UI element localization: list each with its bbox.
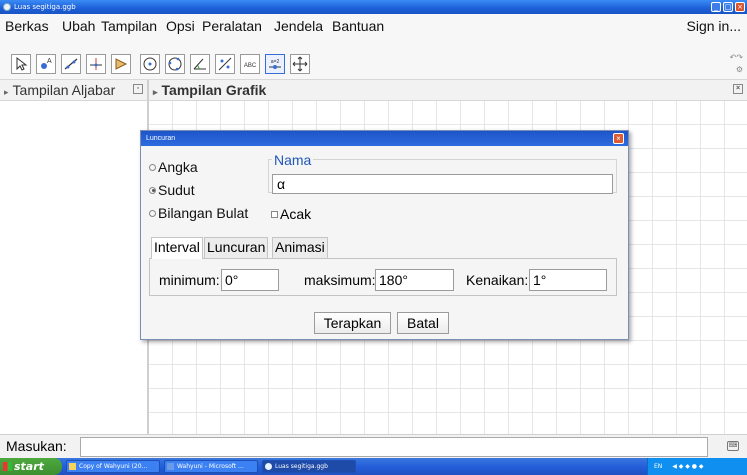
menu-tampilan[interactable]: Tampilan xyxy=(101,14,157,38)
input-bar: Masukan: ⌨ xyxy=(0,434,747,458)
max-input[interactable]: 180° xyxy=(375,269,454,291)
algebra-view-title: Tampilan Aljabar xyxy=(12,82,116,98)
settings-icon[interactable]: ⚙ xyxy=(736,65,743,74)
taskbar-item-wahyuni-word[interactable]: Wahyuni - Microsoft ... xyxy=(164,460,258,473)
radio-bilangan-bulat[interactable]: Bilangan Bulat xyxy=(149,205,248,221)
perpendicular-line-icon xyxy=(90,58,102,70)
minimize-button[interactable]: _ xyxy=(711,2,721,12)
folder-icon xyxy=(69,463,76,470)
graphics-view-title: Tampilan Grafik xyxy=(161,82,267,98)
dialog-title: Luncuran xyxy=(146,135,176,142)
cancel-button[interactable]: Batal xyxy=(397,312,449,334)
name-input[interactable]: α xyxy=(272,174,613,194)
radio-off-icon xyxy=(149,209,156,217)
point-icon: A xyxy=(41,58,52,69)
apply-button[interactable]: Terapkan xyxy=(314,312,391,334)
random-checkbox[interactable]: Acak xyxy=(271,206,311,222)
circle-three-points-icon xyxy=(168,57,182,71)
tray-icons[interactable]: ◀ ◆ ◆ ● ◆ xyxy=(672,463,703,470)
sign-in-link[interactable]: Sign in... xyxy=(687,14,741,38)
polygon-icon xyxy=(115,58,128,70)
menu-jendela[interactable]: Jendela xyxy=(274,14,323,38)
circle-tool-button[interactable] xyxy=(140,54,160,74)
toolbar: A ABC a=2 ↶↷ ⚙ xyxy=(0,38,747,80)
step-input[interactable]: 1° xyxy=(529,269,607,291)
tab-interval[interactable]: Interval xyxy=(151,237,203,259)
keyboard-icon[interactable]: ⌨ xyxy=(727,441,739,451)
menu-berkas[interactable]: Berkas xyxy=(5,14,49,38)
polygon-tool-button[interactable] xyxy=(111,54,131,74)
dialog-close-button[interactable]: × xyxy=(613,133,624,144)
text-tool-button[interactable]: ABC xyxy=(240,54,260,74)
move-graphics-view-icon xyxy=(292,56,308,72)
line-tool-button[interactable] xyxy=(61,54,81,74)
windows-flag-icon xyxy=(3,462,12,471)
circle-three-points-tool-button[interactable] xyxy=(165,54,185,74)
geogebra-icon xyxy=(265,463,272,470)
checkbox-icon xyxy=(271,210,278,218)
name-legend: Nama xyxy=(272,152,314,168)
min-input[interactable]: 0° xyxy=(221,269,279,291)
window-title: Luas segitiga.ggb xyxy=(14,3,76,11)
line-icon xyxy=(64,58,78,70)
expand-arrow-icon[interactable]: ▸ xyxy=(4,87,9,97)
reflect-line-icon xyxy=(218,57,232,71)
radio-sudut[interactable]: Sudut xyxy=(149,182,195,198)
close-button[interactable]: × xyxy=(735,2,745,12)
slider-tool-button[interactable]: a=2 xyxy=(265,54,285,74)
cursor-arrow-icon xyxy=(16,56,28,71)
close-view-icon[interactable]: × xyxy=(733,84,743,94)
menu-bar: Berkas Ubah Tampilan Opsi Peralatan Jend… xyxy=(0,14,747,38)
move-tool-button[interactable] xyxy=(11,54,31,74)
angle-tool-button[interactable] xyxy=(190,54,210,74)
input-label: Masukan: xyxy=(6,438,67,454)
svg-text:a=2: a=2 xyxy=(271,59,280,65)
radio-on-icon xyxy=(149,186,156,194)
menu-opsi[interactable]: Opsi xyxy=(166,14,195,38)
language-indicator[interactable]: EN xyxy=(654,463,662,470)
taskbar-item-luas-segitiga[interactable]: Luas segitiga.ggb xyxy=(262,460,356,473)
view-options-icon[interactable]: ▫ xyxy=(133,84,143,94)
slider-dialog: Luncuran × Angka Sudut Bilangan Bulat Na… xyxy=(140,130,629,340)
angle-icon xyxy=(193,58,206,70)
slider-icon: a=2 xyxy=(269,59,281,69)
taskbar-item-copy-of-wahyuni[interactable]: Copy of Wahyuni (20... xyxy=(66,460,160,473)
point-tool-button[interactable]: A xyxy=(36,54,56,74)
graphics-view-header[interactable]: ▸ Tampilan Grafik × xyxy=(149,80,747,101)
svg-text:ABC: ABC xyxy=(244,63,257,69)
perpendicular-tool-button[interactable] xyxy=(86,54,106,74)
text-icon: ABC xyxy=(244,63,257,69)
title-bar: Luas segitiga.ggb _ □ × xyxy=(0,0,747,14)
system-tray: EN ◀ ◆ ◆ ● ◆ xyxy=(647,458,747,475)
reflect-tool-button[interactable] xyxy=(215,54,235,74)
menu-bantuan[interactable]: Bantuan xyxy=(332,14,384,38)
step-label: Kenaikan: xyxy=(466,272,529,288)
menu-ubah[interactable]: Ubah xyxy=(62,14,95,38)
radio-angka[interactable]: Angka xyxy=(149,159,198,175)
radio-off-icon xyxy=(149,163,156,171)
algebra-view[interactable] xyxy=(0,101,147,434)
min-label: minimum: xyxy=(159,272,220,288)
algebra-view-header[interactable]: ▸ Tampilan Aljabar ▫ xyxy=(0,80,147,101)
menu-peralatan[interactable]: Peralatan xyxy=(202,14,262,38)
move-view-tool-button[interactable] xyxy=(290,54,310,74)
dialog-title-bar[interactable]: Luncuran × xyxy=(141,131,628,146)
start-button[interactable]: start xyxy=(0,458,62,475)
undo-icon[interactable]: ↶↷ xyxy=(730,53,743,62)
tab-luncuran[interactable]: Luncuran xyxy=(204,237,269,258)
windows-taskbar: start Copy of Wahyuni (20... Wahyuni - M… xyxy=(0,458,747,475)
geogebra-icon xyxy=(3,3,11,11)
max-label: maksimum: xyxy=(304,272,376,288)
svg-text:A: A xyxy=(47,58,52,65)
geogebra-window: Luas segitiga.ggb _ □ × Berkas Ubah Tamp… xyxy=(0,0,747,475)
word-document-icon xyxy=(167,463,174,470)
expand-arrow-icon[interactable]: ▸ xyxy=(153,87,158,97)
tab-animasi[interactable]: Animasi xyxy=(272,237,328,258)
maximize-button[interactable]: □ xyxy=(723,2,733,12)
input-field[interactable] xyxy=(80,437,708,457)
circle-icon xyxy=(143,57,157,71)
